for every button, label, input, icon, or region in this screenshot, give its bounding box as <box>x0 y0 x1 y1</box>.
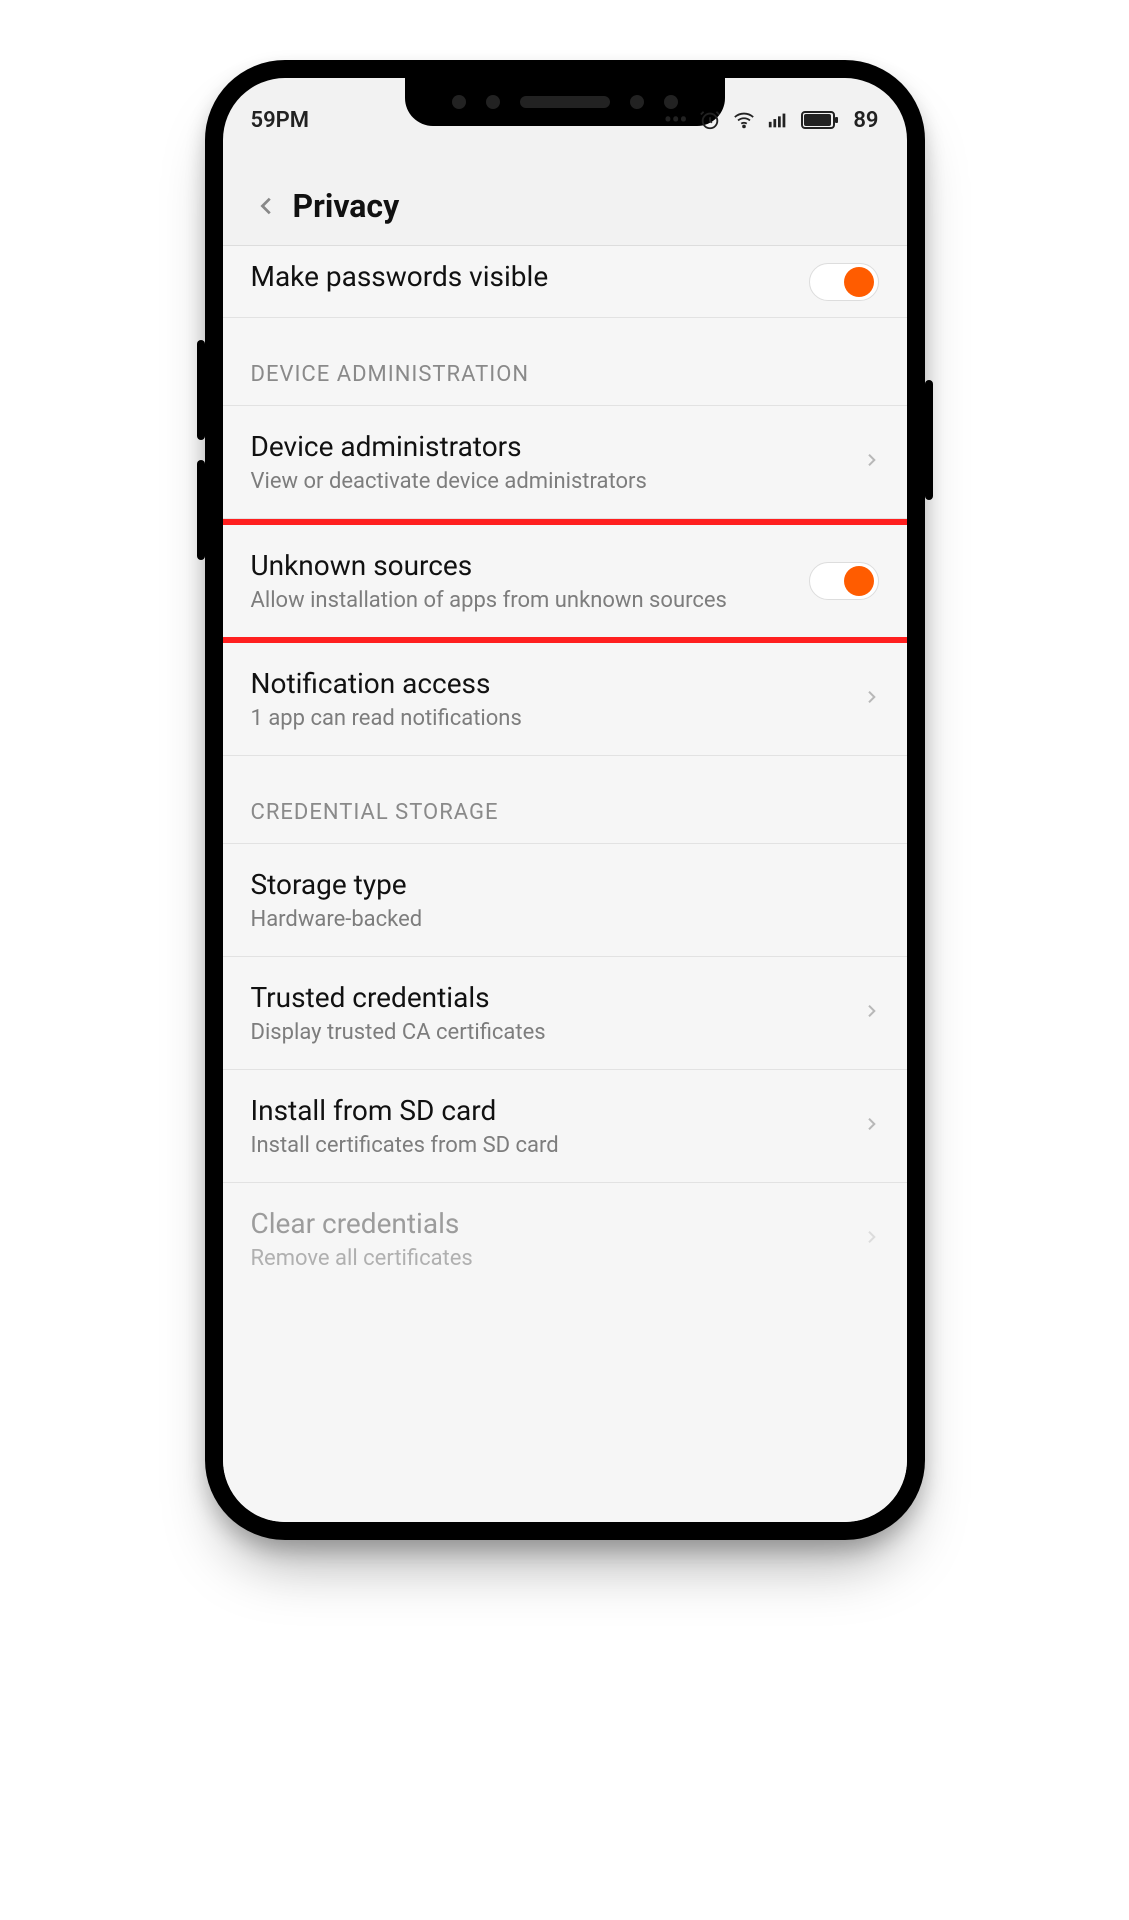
volume-down-button <box>197 460 205 560</box>
chevron-right-icon <box>863 1112 879 1140</box>
status-bar: 59PM ••• 89 <box>223 100 907 140</box>
row-title: Make passwords visible <box>251 260 879 293</box>
wifi-icon <box>733 109 755 131</box>
row-install-from-sd-card[interactable]: Install from SD card Install certificate… <box>223 1070 907 1183</box>
row-title: Trusted credentials <box>251 981 879 1014</box>
phone-screen: 59PM ••• 89 <box>223 78 907 1522</box>
row-subtitle: View or deactivate device administrators <box>251 469 879 494</box>
row-trusted-credentials[interactable]: Trusted credentials Display trusted CA c… <box>223 957 907 1070</box>
chevron-right-icon <box>863 1225 879 1253</box>
row-title: Notification access <box>251 667 879 700</box>
section-credential-storage: CREDENTIAL STORAGE <box>223 756 907 844</box>
row-clear-credentials: Clear credentials Remove all certificate… <box>223 1183 907 1295</box>
row-notification-access[interactable]: Notification access 1 app can read notif… <box>223 643 907 756</box>
row-subtitle: Remove all certificates <box>251 1246 879 1271</box>
status-battery-text: 89 <box>853 108 878 133</box>
battery-icon <box>801 110 841 130</box>
chevron-right-icon <box>863 685 879 713</box>
chevron-right-icon <box>863 448 879 476</box>
settings-list[interactable]: Make passwords visible DEVICE ADMINISTRA… <box>223 246 907 1522</box>
app-header: Privacy <box>223 166 907 246</box>
row-device-administrators[interactable]: Device administrators View or deactivate… <box>223 406 907 519</box>
row-subtitle: Display trusted CA certificates <box>251 1020 879 1045</box>
more-icon: ••• <box>664 108 687 133</box>
chevron-right-icon <box>863 999 879 1027</box>
back-button[interactable] <box>247 186 287 226</box>
toggle-knob <box>844 566 874 596</box>
page-title: Privacy <box>293 187 400 225</box>
row-title: Install from SD card <box>251 1094 879 1127</box>
row-title: Device administrators <box>251 430 879 463</box>
row-title: Storage type <box>251 868 879 901</box>
row-unknown-sources[interactable]: Unknown sources Allow installation of ap… <box>223 525 907 637</box>
row-subtitle: Install certificates from SD card <box>251 1133 879 1158</box>
signal-icon <box>767 109 789 131</box>
volume-up-button <box>197 340 205 440</box>
row-subtitle: 1 app can read notifications <box>251 706 879 731</box>
row-make-passwords-visible[interactable]: Make passwords visible <box>223 246 907 318</box>
toggle-knob <box>844 267 874 297</box>
status-time: 59PM <box>251 108 310 133</box>
row-storage-type[interactable]: Storage type Hardware-backed <box>223 844 907 957</box>
toggle-unknown-sources[interactable] <box>809 562 879 600</box>
section-device-administration: DEVICE ADMINISTRATION <box>223 318 907 406</box>
row-title: Unknown sources <box>251 549 879 582</box>
alarm-icon <box>699 109 721 131</box>
power-button <box>925 380 933 500</box>
row-subtitle: Allow installation of apps from unknown … <box>251 588 879 613</box>
phone-mockup-frame: 59PM ••• 89 <box>205 60 925 1540</box>
toggle-make-passwords-visible[interactable] <box>809 263 879 301</box>
row-subtitle: Hardware-backed <box>251 907 879 932</box>
row-title: Clear credentials <box>251 1207 879 1240</box>
